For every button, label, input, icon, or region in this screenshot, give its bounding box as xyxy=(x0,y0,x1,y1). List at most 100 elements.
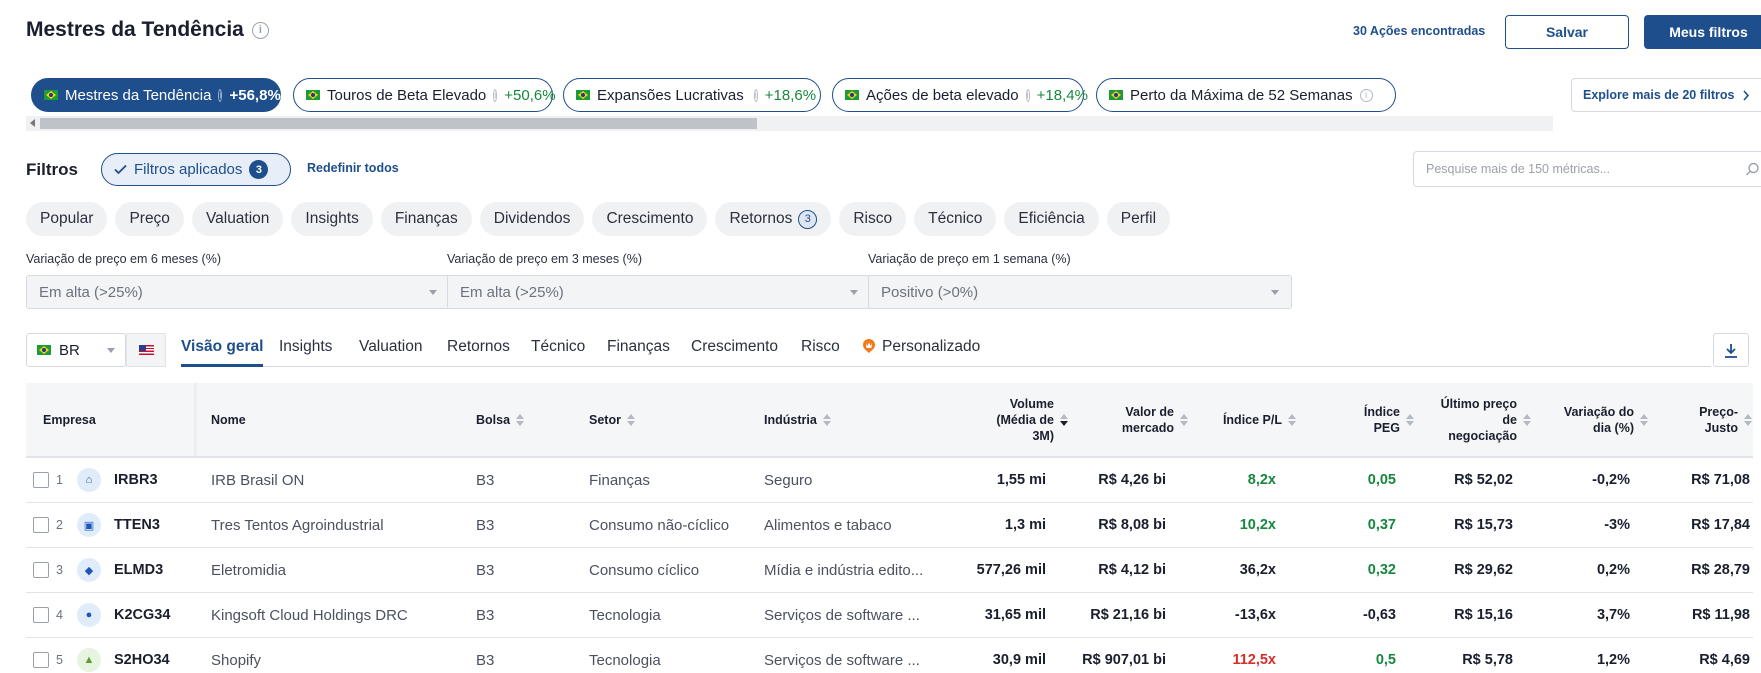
column-header-market-cap[interactable]: Valor de mercado xyxy=(1076,404,1188,436)
preset-label: Perto da Máxima de 52 Semanas xyxy=(1130,86,1353,104)
column-header-label: Valor de mercado xyxy=(1121,405,1174,435)
tab-insights[interactable]: Insights xyxy=(279,338,332,367)
table-row[interactable]: 4 ● K2CG34 Kingsoft Cloud Holdings DRC B… xyxy=(26,593,1753,638)
column-header-volume[interactable]: Volume (Média de 3M) xyxy=(946,396,1068,444)
category-financials[interactable]: Finanças xyxy=(380,202,472,236)
horizontal-scrollbar[interactable] xyxy=(26,116,1553,131)
filters-heading: Filtros xyxy=(26,160,78,179)
column-header-name[interactable]: Nome xyxy=(211,412,246,428)
metric-search-input[interactable]: Pesquise mais de 150 métricas... xyxy=(1413,151,1761,187)
filter-select-1w[interactable]: Positivo (>0%) xyxy=(868,275,1292,309)
column-header-exchange[interactable]: Bolsa xyxy=(476,412,525,428)
category-popular[interactable]: Popular xyxy=(26,202,108,236)
row-name[interactable]: IRB Brasil ON xyxy=(211,458,304,502)
category-returns[interactable]: Retornos 3 xyxy=(715,202,832,236)
info-icon[interactable]: i xyxy=(251,21,269,39)
row-checkbox[interactable] xyxy=(33,472,49,488)
row-ticker[interactable]: IRBR3 xyxy=(114,458,158,502)
row-ticker[interactable]: S2HO34 xyxy=(114,638,170,673)
row-sector: Tecnologia xyxy=(589,651,661,669)
scrollbar-thumb[interactable] xyxy=(40,118,757,129)
filter-select-6m[interactable]: Em alta (>25%) xyxy=(26,275,450,309)
scroll-left-arrow-icon[interactable] xyxy=(30,119,35,127)
applied-filters-chip[interactable]: Filtros aplicados 3 xyxy=(101,153,291,186)
row-name[interactable]: Shopify xyxy=(211,638,261,673)
tab-overview[interactable]: Visão geral xyxy=(181,338,264,367)
row-name[interactable]: Eletromidia xyxy=(211,548,286,592)
column-header-peg[interactable]: Índice PEG xyxy=(1316,404,1414,436)
reset-all-link[interactable]: Redefinir todos xyxy=(307,161,399,175)
row-industry: Mídia e indústria edito... xyxy=(764,561,924,579)
category-efficiency[interactable]: Eficiência xyxy=(1004,202,1099,236)
table-row[interactable]: 1 ⌂ IRBR3 IRB Brasil ON B3 Finanças Segu… xyxy=(26,458,1753,503)
row-name[interactable]: Tres Tentos Agroindustrial xyxy=(211,503,384,547)
preset-chip-near-52w-high[interactable]: Perto da Máxima de 52 Semanas i xyxy=(1096,78,1396,112)
tab-financials[interactable]: Finanças xyxy=(607,338,670,367)
column-header-industry[interactable]: Indústria xyxy=(764,412,831,428)
row-exchange: B3 xyxy=(476,606,495,624)
tab-returns[interactable]: Retornos xyxy=(447,338,510,367)
row-checkbox[interactable] xyxy=(33,652,49,668)
download-button[interactable] xyxy=(1713,333,1749,367)
row-pe: 36,2x xyxy=(1239,562,1276,578)
info-icon[interactable]: i xyxy=(1025,88,1030,102)
filter-select-3m[interactable]: Em alta (>25%) xyxy=(447,275,871,309)
save-button[interactable]: Salvar xyxy=(1505,15,1629,49)
table-row[interactable]: 2 ▣ TTEN3 Tres Tentos Agroindustrial B3 … xyxy=(26,503,1753,548)
row-ticker[interactable]: K2CG34 xyxy=(114,593,170,637)
info-icon[interactable]: i xyxy=(493,88,498,102)
row-checkbox[interactable] xyxy=(33,607,49,623)
preset-chip-trend-masters[interactable]: Mestres da Tendência i +56,8% xyxy=(31,78,281,112)
info-icon[interactable]: i xyxy=(1359,88,1373,102)
us-flag-icon xyxy=(138,345,154,355)
category-profile[interactable]: Perfil xyxy=(1106,202,1171,236)
category-valuation[interactable]: Valuation xyxy=(191,202,284,236)
row-ticker[interactable]: TTEN3 xyxy=(114,503,160,547)
preset-chip-high-beta-bulls[interactable]: Touros de Beta Elevado i +50,6% xyxy=(293,78,556,112)
market-us-button[interactable] xyxy=(126,333,166,367)
explore-more-filters-link[interactable]: Explore mais de 20 filtros xyxy=(1571,78,1761,112)
row-fair-value: R$ 71,08 xyxy=(1691,472,1750,488)
row-ticker[interactable]: ELMD3 xyxy=(114,548,163,592)
tab-growth[interactable]: Crescimento xyxy=(691,338,778,367)
tab-risk[interactable]: Risco xyxy=(801,338,840,367)
column-header-label: Variação do dia (%) xyxy=(1563,405,1634,435)
category-growth[interactable]: Crescimento xyxy=(592,202,708,236)
table-row[interactable]: 5 ▲ S2HO34 Shopify B3 Tecnologia Serviço… xyxy=(26,638,1753,673)
market-select[interactable]: BR xyxy=(26,333,126,367)
row-volume: 30,9 mil xyxy=(992,652,1046,668)
preset-chip-high-beta-stocks[interactable]: Ações de beta elevado i +18,4% xyxy=(832,78,1088,112)
brazil-flag-icon xyxy=(306,90,320,100)
row-sector: Finanças xyxy=(589,471,650,489)
row-checkbox[interactable] xyxy=(33,562,49,578)
sort-icon xyxy=(1523,414,1531,426)
category-price[interactable]: Preço xyxy=(115,202,184,236)
column-header-pe[interactable]: Índice P/L xyxy=(1186,412,1296,428)
filter-value: Positivo (>0%) xyxy=(881,283,979,301)
category-dividends[interactable]: Dividendos xyxy=(479,202,585,236)
table-row[interactable]: 3 ◆ ELMD3 Eletromidia B3 Consumo cíclico… xyxy=(26,548,1753,593)
my-filters-button[interactable]: Meus filtros xyxy=(1644,15,1761,49)
preset-chip-profitable-expansions[interactable]: Expansões Lucrativas i +18,6% xyxy=(563,78,821,112)
column-header-last-price[interactable]: Último preço de negociação xyxy=(1419,396,1531,444)
tab-technical[interactable]: Técnico xyxy=(531,338,585,367)
column-header-sector[interactable]: Setor xyxy=(589,412,635,428)
scroll-fade xyxy=(1483,78,1553,112)
caret-down-icon xyxy=(850,289,858,295)
category-technical[interactable]: Técnico xyxy=(914,202,997,236)
row-name[interactable]: Kingsoft Cloud Holdings DRC xyxy=(211,593,408,637)
category-risk[interactable]: Risco xyxy=(839,202,907,236)
column-header-day-change[interactable]: Variação do dia (%) xyxy=(1536,404,1648,436)
filter-label-6m: Variação de preço em 6 meses (%) xyxy=(26,252,221,266)
info-icon[interactable]: i xyxy=(218,88,223,102)
column-header-label: Bolsa xyxy=(476,413,511,427)
category-insights[interactable]: Insights xyxy=(291,202,373,236)
tab-custom[interactable]: Personalizado xyxy=(862,338,980,367)
info-icon[interactable]: i xyxy=(753,88,758,102)
row-checkbox[interactable] xyxy=(33,517,49,533)
column-header-fair-value[interactable]: Preço-Justo xyxy=(1656,404,1752,436)
row-market-cap: R$ 4,12 bi xyxy=(1098,562,1166,578)
tab-valuation[interactable]: Valuation xyxy=(359,338,422,367)
preset-label: Touros de Beta Elevado xyxy=(327,86,487,104)
column-header-company[interactable]: Empresa xyxy=(43,412,96,428)
